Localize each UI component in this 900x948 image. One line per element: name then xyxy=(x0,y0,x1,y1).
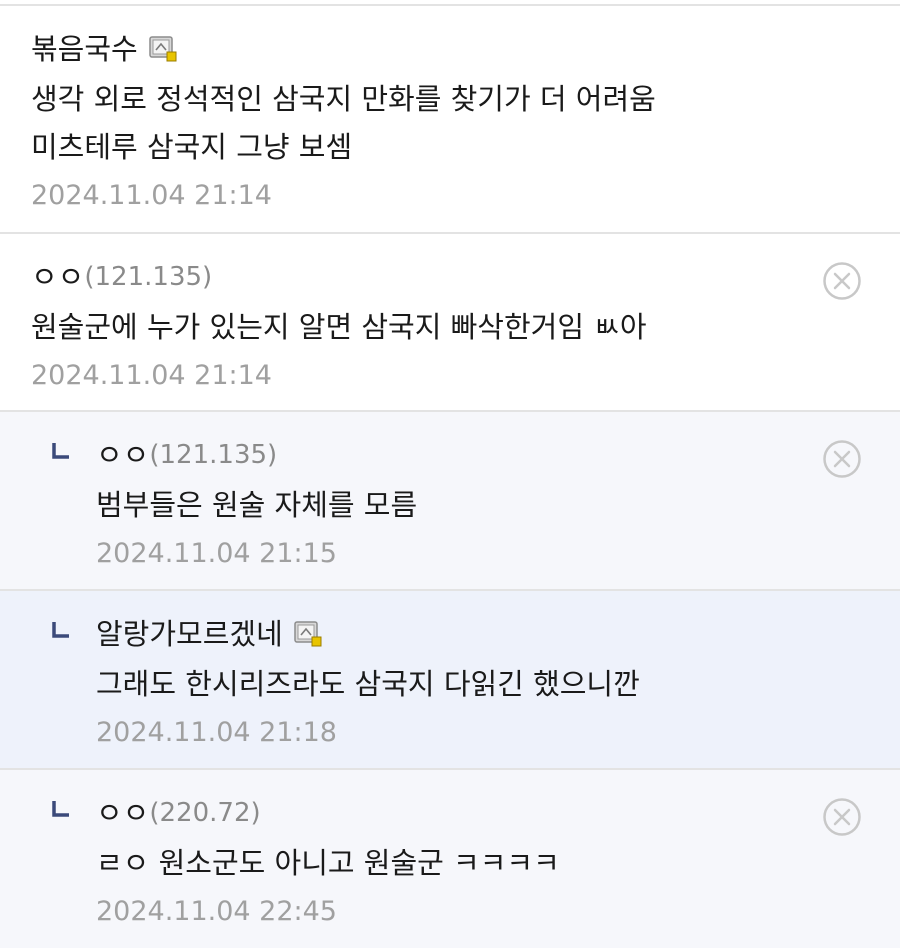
comment-ip: (220.72) xyxy=(149,798,261,828)
comment-body: 원술군에 누가 있는지 알면 삼국지 빠삭한거임 ㅄ아 xyxy=(31,310,647,344)
comment-reply-item: ㅇㅇ (121.135) 범부들은 원술 자체를 모름 2024.11.04 2… xyxy=(0,412,900,591)
comment-reply-item: 알랑가모르겠네 그래도 한시리즈라도 삼국지 다읽긴 했으니깐 2024.11.… xyxy=(0,591,900,770)
member-badge-icon xyxy=(294,621,322,647)
comment-body: ㄹㅇ 원소군도 아니고 원술군 ㅋㅋㅋㅋ xyxy=(96,846,560,880)
comment-date: 2024.11.04 21:14 xyxy=(31,360,272,391)
comment-date: 2024.11.04 21:18 xyxy=(96,717,337,748)
comment-item: 볶음국수 생각 외로 정석적인 삼국지 만화를 찾기가 더 어려움 미츠테루 삼… xyxy=(0,6,900,234)
delete-circle-x-icon[interactable] xyxy=(822,439,862,479)
comment-author[interactable]: ㅇㅇ xyxy=(31,254,84,300)
comment-ip: (121.135) xyxy=(149,440,278,470)
delete-circle-x-icon[interactable] xyxy=(822,797,862,837)
comment-author-line: ㅇㅇ (220.72) xyxy=(96,790,900,836)
comment-author-line: 알랑가모르겠네 xyxy=(96,611,900,657)
comment-reply-item: ㅇㅇ (220.72) ㄹㅇ 원소군도 아니고 원술군 ㅋㅋㅋㅋ 2024.11… xyxy=(0,770,900,948)
comment-author-line: ㅇㅇ (121.135) xyxy=(96,432,900,478)
comment-author[interactable]: ㅇㅇ xyxy=(96,432,149,478)
comment-author[interactable]: 볶음국수 xyxy=(31,26,138,72)
delete-circle-x-icon[interactable] xyxy=(822,261,862,301)
comment-body: 생각 외로 정석적인 삼국지 만화를 찾기가 더 어려움 미츠테루 삼국지 그냥… xyxy=(31,82,656,164)
comment-item: ㅇㅇ (121.135) 원술군에 누가 있는지 알면 삼국지 빠삭한거임 ㅄ아… xyxy=(0,234,900,412)
comment-author-line: ㅇㅇ (121.135) xyxy=(31,254,900,300)
reply-arrow-icon xyxy=(52,801,69,817)
comment-date: 2024.11.04 21:14 xyxy=(31,180,272,211)
member-badge-icon xyxy=(148,36,177,62)
comment-author[interactable]: 알랑가모르겠네 xyxy=(96,611,283,657)
comment-author[interactable]: ㅇㅇ xyxy=(96,790,149,836)
comment-body: 범부들은 원술 자체를 모름 xyxy=(96,488,418,522)
comment-date: 2024.11.04 22:45 xyxy=(96,896,337,927)
comment-ip: (121.135) xyxy=(84,262,213,292)
comment-date: 2024.11.04 21:15 xyxy=(96,538,337,569)
comment-author-line: 볶음국수 xyxy=(31,26,900,72)
reply-arrow-icon xyxy=(52,443,69,459)
comment-body: 그래도 한시리즈라도 삼국지 다읽긴 했으니깐 xyxy=(96,667,640,701)
reply-arrow-icon xyxy=(52,622,69,638)
